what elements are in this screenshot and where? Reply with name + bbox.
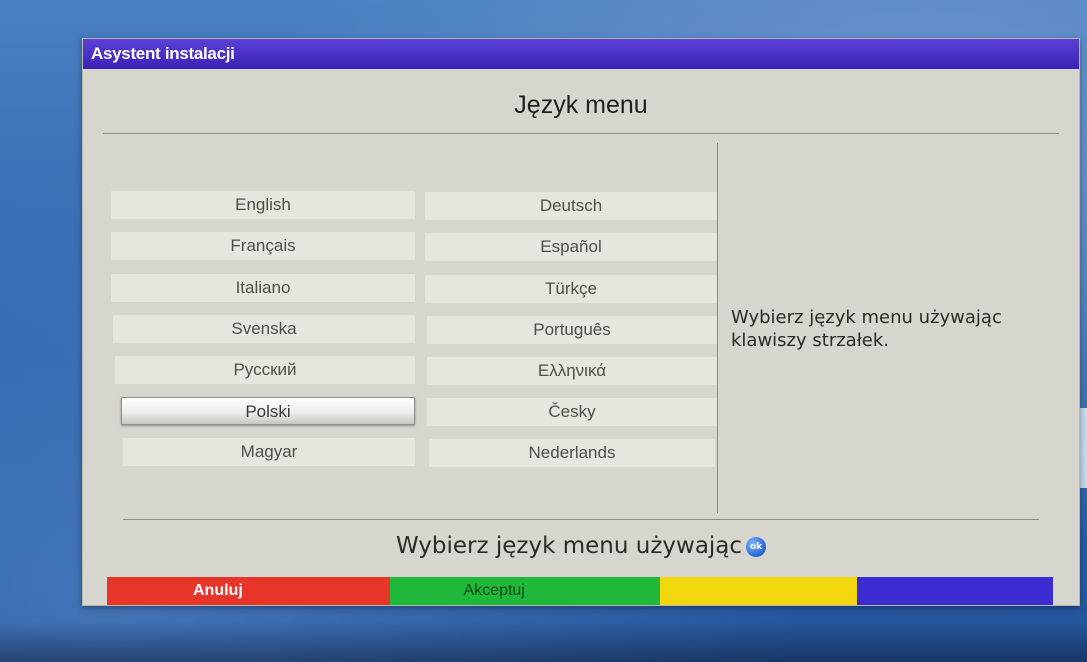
language-option-magyar[interactable]: Magyar bbox=[123, 438, 415, 466]
language-option-portugues[interactable]: Português bbox=[427, 316, 717, 344]
language-option-espanol[interactable]: Español bbox=[425, 233, 717, 261]
language-option-russian[interactable]: Русский bbox=[115, 356, 415, 384]
language-option-english[interactable]: English bbox=[111, 191, 415, 219]
help-text: Wybierz język menu używając klawiszy str… bbox=[731, 307, 1002, 351]
cancel-button[interactable]: Anuluj bbox=[107, 577, 390, 605]
blue-key[interactable] bbox=[856, 577, 1053, 605]
ok-button-icon: ok bbox=[746, 536, 767, 557]
page-title: Język menu bbox=[514, 91, 648, 119]
language-option-deutsch[interactable]: Deutsch bbox=[425, 192, 717, 220]
dialog-title: Asystent instalacji bbox=[83, 39, 1079, 69]
divider-bottom bbox=[123, 519, 1039, 520]
language-option-italiano[interactable]: Italiano bbox=[111, 274, 415, 302]
accept-button[interactable]: Akceptuj bbox=[389, 577, 660, 605]
language-option-cesky[interactable]: Česky bbox=[427, 398, 717, 426]
language-option-francais[interactable]: Français bbox=[111, 232, 415, 260]
yellow-key[interactable] bbox=[660, 577, 857, 605]
footer-hint-text: Wybierz język menu używając bbox=[395, 533, 743, 559]
tv-bottom-shade bbox=[0, 622, 1087, 662]
color-key-bar: Anuluj Akceptuj bbox=[107, 577, 1053, 605]
footer-hint: Wybierz język menu używając ok bbox=[83, 533, 1079, 559]
divider-vertical bbox=[717, 143, 718, 513]
language-option-turkce[interactable]: Türkçe bbox=[425, 275, 717, 303]
language-option-polski[interactable]: Polski bbox=[121, 397, 415, 425]
language-option-svenska[interactable]: Svenska bbox=[113, 315, 415, 343]
installation-wizard-dialog: Asystent instalacji Język menu English F… bbox=[82, 38, 1080, 606]
language-option-nederlands[interactable]: Nederlands bbox=[429, 439, 715, 467]
divider-top bbox=[103, 133, 1059, 134]
language-option-greek[interactable]: Ελληνικά bbox=[427, 357, 717, 385]
